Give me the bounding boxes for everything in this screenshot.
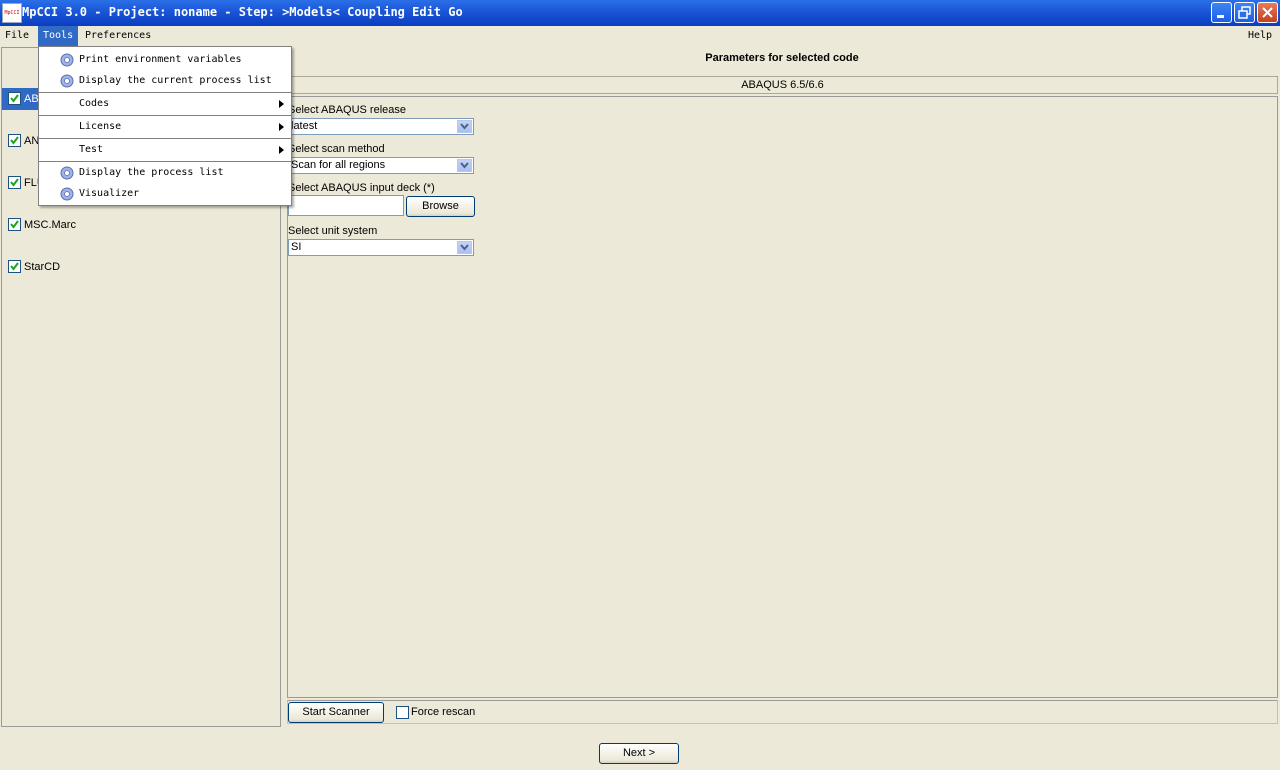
checkmark-icon — [10, 136, 19, 145]
submenu-arrow-icon — [279, 100, 284, 108]
code-checkbox[interactable] — [8, 176, 21, 189]
menu-help[interactable]: Help — [1243, 26, 1277, 46]
release-value: latest — [291, 120, 318, 132]
menu-item-label: Print environment variables — [79, 54, 242, 65]
menu-item-label: Test — [79, 144, 104, 155]
menu-item-license[interactable]: License — [39, 117, 291, 137]
code-label: AB — [24, 93, 39, 105]
gear-icon — [60, 187, 74, 201]
force-rescan-checkbox[interactable] — [396, 706, 409, 719]
scan-method-select[interactable]: Scan for all regions — [288, 157, 474, 174]
code-label: StarCD — [24, 261, 61, 273]
submenu-arrow-icon — [279, 123, 284, 131]
unit-system-select[interactable]: SI — [288, 239, 474, 256]
release-select[interactable]: latest — [288, 118, 474, 135]
dropdown-button[interactable] — [457, 120, 472, 133]
checkmark-icon — [10, 220, 19, 229]
menu-file[interactable]: File — [0, 26, 34, 46]
restore-button[interactable] — [1234, 2, 1255, 23]
deck-label: Select ABAQUS input deck (*) — [288, 182, 435, 194]
menu-bar: File Tools Preferences Help — [0, 26, 1280, 46]
parameters-area — [287, 96, 1278, 698]
next-button[interactable]: Next > — [599, 743, 679, 764]
menu-item-test[interactable]: Test — [39, 140, 291, 160]
close-icon — [1262, 7, 1273, 18]
menu-item-process-list[interactable]: Display the process list — [39, 163, 291, 183]
panel-title: Parameters for selected code — [705, 52, 859, 64]
checkmark-icon — [10, 262, 19, 271]
menu-separator — [39, 161, 291, 162]
tools-dropdown-menu: Print environment variables Display the … — [38, 46, 292, 206]
dropdown-button[interactable] — [457, 159, 472, 172]
chevron-down-icon — [460, 162, 469, 169]
browse-button[interactable]: Browse — [406, 196, 475, 217]
menu-tools[interactable]: Tools — [38, 26, 79, 46]
menu-item-label: Codes — [79, 98, 110, 109]
close-button[interactable] — [1257, 2, 1278, 23]
code-row-starcd[interactable]: StarCD — [2, 256, 280, 278]
code-checkbox[interactable] — [8, 260, 21, 273]
gear-icon — [60, 166, 74, 180]
gear-icon — [60, 74, 74, 88]
menu-item-label: License — [79, 121, 122, 132]
scan-value: Scan for all regions — [291, 159, 386, 171]
menu-item-codes[interactable]: Codes — [39, 94, 291, 114]
dropdown-button[interactable] — [457, 241, 472, 254]
chevron-down-icon — [460, 123, 469, 130]
checkmark-icon — [10, 178, 19, 187]
restore-icon — [1238, 6, 1251, 19]
gear-icon — [60, 53, 74, 67]
menu-separator — [39, 92, 291, 93]
unit-value: SI — [291, 241, 302, 253]
minimize-button[interactable] — [1211, 2, 1232, 23]
menu-item-label: Visualizer — [79, 188, 140, 199]
code-checkbox[interactable] — [8, 218, 21, 231]
code-row-msc-marc[interactable]: MSC.Marc — [2, 214, 280, 236]
menu-separator — [39, 138, 291, 139]
menu-separator — [39, 115, 291, 116]
title-bar[interactable]: MpCCI MpCCI 3.0 - Project: noname - Step… — [0, 0, 1280, 27]
menu-item-current-process-list[interactable]: Display the current process list — [39, 71, 291, 91]
window-title: MpCCI 3.0 - Project: noname - Step: >Mod… — [22, 5, 463, 19]
menu-item-label: Display the current process list — [79, 75, 272, 86]
code-label: AN — [24, 135, 40, 147]
unit-label: Select unit system — [288, 225, 378, 237]
input-deck-field[interactable] — [288, 195, 404, 216]
code-checkbox[interactable] — [8, 92, 21, 105]
minimize-icon — [1217, 15, 1224, 18]
chevron-down-icon — [460, 244, 469, 251]
code-checkbox[interactable] — [8, 134, 21, 147]
checkmark-icon — [10, 94, 19, 103]
scan-label: Select scan method — [288, 143, 385, 155]
code-label: MSC.Marc — [24, 219, 76, 231]
app-icon: MpCCI — [2, 3, 22, 23]
selected-code-name: ABAQUS 6.5/6.6 — [287, 76, 1278, 94]
submenu-arrow-icon — [279, 146, 284, 154]
force-rescan-label: Force rescan — [411, 706, 476, 718]
menu-item-print-env[interactable]: Print environment variables — [39, 50, 291, 70]
menu-item-label: Display the process list — [79, 167, 224, 178]
menu-item-visualizer[interactable]: Visualizer — [39, 184, 291, 204]
start-scanner-button[interactable]: Start Scanner — [288, 702, 384, 723]
menu-preferences[interactable]: Preferences — [80, 26, 156, 46]
release-label: Select ABAQUS release — [288, 104, 407, 116]
